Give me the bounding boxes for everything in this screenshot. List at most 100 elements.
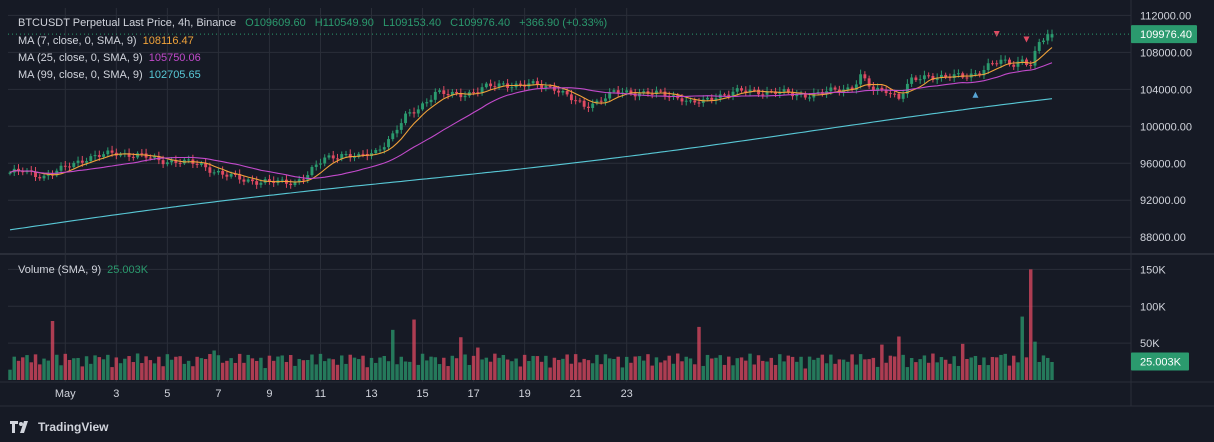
ohlc-change: +366.90 (+0.33%) [519,17,608,29]
volume-bar [531,355,535,380]
candle-body [603,98,607,102]
volume-bar [739,357,744,380]
ma25-value: 105750.06 [148,52,201,64]
candle-body [1003,59,1007,61]
candle-body [387,139,390,148]
volume-bar [323,361,327,380]
ohlc-close: C109976.40 [450,17,511,29]
volume-bar [829,354,833,380]
volume-bar [1011,355,1016,380]
candle-body [327,155,331,158]
volume-bar [144,356,148,380]
candle-body [914,77,918,81]
candle-body [208,167,212,173]
candle-body [416,109,420,114]
candle-body [344,154,348,156]
volume-bar [106,354,110,380]
volume-bar [148,360,153,380]
volume-bar [135,353,140,380]
ohlc-high: H110549.90 [314,17,374,29]
volume-bar [505,359,510,380]
volume-bar [888,355,893,380]
candle-body [93,155,97,157]
volume-bar [684,356,688,380]
candle-body [531,81,535,84]
candle-body [472,92,476,94]
candle-body [165,162,169,165]
volume-bar [697,326,701,380]
volume-bar [72,358,76,380]
volume-bar [93,355,97,380]
volume-bar [378,357,382,380]
volume-bar [824,363,829,380]
volume-bar [89,363,93,380]
volume-bar [880,344,884,380]
candle-body [76,160,80,163]
candle-body [161,160,165,165]
volume-bar [259,357,263,380]
candle-body [195,163,199,165]
ohlc-open: O109609.60 [245,17,306,29]
time-tick-label: 13 [365,388,377,400]
candle-body [599,100,603,102]
candle-body [1050,34,1054,38]
candle-body [680,98,684,102]
volume-bar [284,361,289,380]
volume-bar [778,354,782,380]
tradingview-branding[interactable]: TradingView [10,420,108,434]
ma99-value: 102705.65 [148,69,201,81]
volume-bar [110,367,114,380]
volume-bar [480,359,484,380]
volume-bar [782,361,786,380]
time-tick-label: 15 [416,388,428,400]
volume-bar [761,360,765,380]
volume-bar [875,366,880,380]
volume-bar [97,357,102,380]
volume-bar [425,360,429,380]
candle-body [374,150,378,154]
volume-bar [182,363,187,380]
candle-body [927,75,931,77]
time-tick-label: 5 [164,388,170,400]
candle-body [412,112,416,114]
price-tick-label: 112000.00 [1140,10,1191,22]
price-tick-label: 96000.00 [1140,158,1186,170]
candle-body [901,93,905,99]
candle-body [888,93,892,95]
volume-bar [744,360,748,380]
candle-body [735,88,739,92]
volume-bar [616,356,620,380]
volume-bar [344,363,348,380]
volume-bar [1020,316,1024,380]
candle-body [399,123,403,130]
volume-bar [450,355,455,380]
volume-bar [63,353,68,380]
volume-bar [790,356,795,380]
candle-body [102,154,106,157]
volume-bar [327,358,331,380]
volume-bar [892,356,897,380]
candle-body [710,97,714,101]
volume-bar [646,354,650,380]
symbol-legend: BTCUSDT Perpetual Last Price, 4h, Binanc… [18,15,613,32]
volume-bar [948,363,952,380]
volume-bar [476,347,480,380]
volume-bar [237,353,242,380]
volume-bar [922,355,927,380]
volume-bar [365,367,369,380]
volume-bar [977,365,982,380]
time-tick-label: 11 [315,388,326,400]
volume-bar [12,356,16,380]
time-axis: May 3 5 7 9 11 13 15 17 19 21 23 [55,388,633,400]
volume-bar [331,359,335,380]
sell-arrow-down-icon [1023,36,1030,43]
volume-bar [795,361,799,380]
volume-bar [446,366,450,380]
ma7-legend: MA (7, close, 0, SMA, 9) 108116.47 [18,33,200,50]
symbol-line: BTCUSDT Perpetual Last Price, 4h, Binanc… [18,17,237,29]
volume-bar [67,359,72,380]
time-tick-label: 9 [266,388,272,400]
candle-body [319,163,322,165]
volume-bar [765,361,769,380]
candle-body [1042,40,1045,43]
